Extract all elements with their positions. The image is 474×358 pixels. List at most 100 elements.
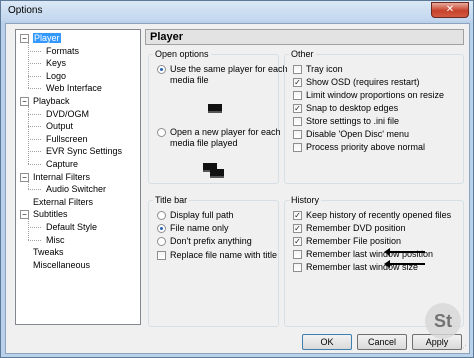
tree-item-label: Playback [33, 96, 70, 106]
tree-item[interactable]: Miscellaneous [33, 259, 90, 272]
option-label: Display full path [170, 210, 234, 220]
tree-item[interactable]: External Filters [33, 196, 93, 209]
tree-item[interactable]: Misc [46, 234, 65, 247]
tree-connector [28, 50, 41, 52]
tree-item[interactable]: Web Interface [46, 82, 102, 95]
tree-connector [28, 126, 41, 128]
radio-indicator[interactable] [157, 211, 166, 220]
tree-item-label: Miscellaneous [33, 259, 91, 270]
collapse-icon[interactable]: − [20, 172, 29, 182]
other-group: Other Tray icon ✓ Show OSD (requires resta… [284, 49, 464, 184]
option-label: Don't prefix anything [170, 236, 252, 246]
other-title: Other [289, 49, 316, 59]
checkbox-indicator[interactable] [293, 91, 302, 100]
checkbox-indicator[interactable]: ✓ [293, 237, 302, 246]
history-title: History [289, 195, 322, 205]
radio-indicator[interactable] [157, 128, 166, 137]
close-icon: ✕ [445, 4, 455, 15]
tree-item-label: Tweaks [33, 247, 64, 258]
tree-item[interactable]: EVR Sync Settings [46, 145, 122, 158]
open-options-group: Open options Use the same player for eac… [148, 49, 288, 184]
tree-item-label: Keys [46, 58, 67, 69]
collapse-icon[interactable]: − [20, 210, 29, 220]
option-label: Limit window proportions on resize [306, 90, 445, 100]
monitor-icon [208, 104, 222, 113]
tree-item[interactable]: Subtitles [33, 208, 68, 221]
checkbox-indicator[interactable]: ✓ [293, 224, 302, 233]
collapse-icon[interactable]: − [20, 34, 29, 43]
tree-item-label: Formats [46, 45, 80, 56]
tree-item[interactable]: Player [33, 32, 61, 45]
radio-indicator[interactable] [157, 65, 166, 74]
collapse-icon[interactable]: − [20, 97, 29, 106]
tree-item-label: Audio Switcher [46, 184, 107, 195]
tree-item-label: Fullscreen [46, 133, 88, 144]
page-title: Player [145, 29, 464, 45]
resize-grip[interactable]: ⋰ [460, 344, 468, 352]
checkbox-indicator[interactable] [293, 65, 302, 74]
option-label: Keep history of recently opened files [306, 210, 452, 220]
tree-item[interactable]: Fullscreen [46, 133, 88, 146]
dialog-client: Player − Formats Keys Logo Web Interface Playb… [5, 23, 470, 354]
tree-item-label: DVD/OGM [46, 108, 90, 119]
tree-item[interactable]: Default Style [46, 221, 97, 234]
arrow-left-icon [384, 248, 425, 256]
tree-connector [28, 151, 41, 153]
tree-item-label: Default Style [46, 222, 98, 232]
option-label: Show OSD (requires restart) [306, 77, 420, 87]
options-window: Options ✕ Player − Formats Keys Logo Web Inte… [0, 0, 474, 358]
open-options-title: Open options [153, 49, 211, 59]
checkbox-indicator[interactable]: ✓ [293, 104, 302, 113]
monitor-icon [210, 169, 224, 178]
tree-item[interactable]: DVD/OGM [46, 108, 89, 121]
tree-connector [28, 181, 29, 190]
checkbox-indicator[interactable] [293, 250, 302, 259]
tree-item-label: Output [46, 121, 74, 132]
option-label: Process priority above normal [306, 142, 426, 152]
ok-button[interactable]: OK [302, 334, 352, 350]
tree-item[interactable]: Keys [46, 57, 66, 70]
replace-filename-label: Replace file name with title [170, 250, 278, 260]
new-player-label-2: media file played [170, 138, 238, 148]
radio-indicator[interactable] [157, 224, 166, 233]
option-label: Remember File position [306, 236, 402, 246]
watermark-logo: St [425, 303, 461, 339]
checkbox-indicator[interactable] [293, 263, 302, 272]
tree-item[interactable]: Playback [33, 95, 70, 108]
tree-connector [28, 106, 29, 164]
close-button[interactable]: ✕ [431, 2, 469, 18]
options-tree[interactable]: Player − Formats Keys Logo Web Interface Playb… [15, 29, 141, 325]
tree-connector [28, 63, 41, 65]
tree-item[interactable]: Formats [46, 45, 79, 58]
tree-item[interactable]: Logo [46, 70, 66, 83]
checkbox-indicator[interactable] [293, 117, 302, 126]
title-bar[interactable]: Options ✕ [1, 1, 473, 21]
option-label: Snap to desktop edges [306, 103, 399, 113]
tree-item[interactable]: Tweaks [33, 246, 64, 259]
option-label: Disable 'Open Disc' menu [306, 129, 409, 139]
tree-connector [28, 219, 29, 240]
replace-filename-checkbox[interactable]: Replace file name with title [157, 249, 277, 261]
tree-connector [28, 189, 41, 191]
tree-item-label: Web Interface [46, 83, 102, 94]
tree-item[interactable]: Output [46, 120, 73, 133]
tree-connector [28, 113, 41, 115]
option-label: Remember DVD position [306, 223, 406, 233]
checkbox-indicator[interactable]: ✓ [293, 78, 302, 87]
tree-item[interactable]: Capture [46, 158, 78, 171]
radio-indicator[interactable] [157, 237, 166, 246]
checkbox-indicator[interactable] [293, 143, 302, 152]
cancel-button[interactable]: Cancel [357, 334, 407, 350]
checkbox-indicator[interactable] [293, 130, 302, 139]
tree-connector [28, 164, 41, 165]
tree-item-label: EVR Sync Settings [46, 146, 123, 157]
tree-item-label: Logo [46, 70, 67, 81]
tree-item[interactable]: Internal Filters [33, 171, 90, 184]
checkbox-indicator[interactable] [157, 251, 166, 260]
title-bar-title: Title bar [153, 195, 190, 205]
same-player-label-2: media file [170, 75, 209, 85]
option-label: Store settings to .ini file [306, 116, 400, 126]
checkbox-indicator[interactable]: ✓ [293, 211, 302, 220]
tree-item[interactable]: Audio Switcher [46, 183, 106, 196]
tree-connector [28, 138, 41, 140]
